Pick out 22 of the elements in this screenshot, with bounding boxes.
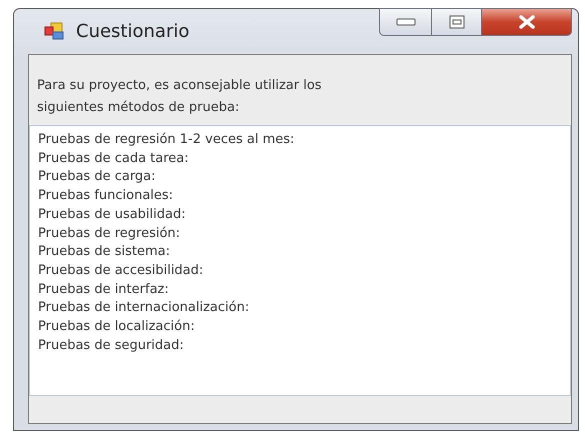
- result-line: Pruebas funcionales:: [38, 187, 174, 206]
- maximize-button[interactable]: [432, 8, 482, 36]
- window-title: Cuestionario: [76, 21, 190, 42]
- result-line: Pruebas de seguridad:: [38, 336, 185, 355]
- result-line: Pruebas de accesibilidad:: [38, 262, 204, 280]
- result-line: Pruebas de sistema:: [38, 243, 171, 262]
- minimize-icon: [396, 18, 416, 26]
- maximize-icon: [448, 15, 464, 29]
- results-textbox[interactable]: [29, 125, 571, 396]
- result-line: Pruebas de localización:: [38, 318, 196, 336]
- result-line: Pruebas de regresión:: [38, 224, 182, 243]
- result-line: Pruebas de internacionalización:: [38, 299, 250, 318]
- result-line: Pruebas de cada tarea:: [38, 150, 190, 168]
- close-icon: [518, 15, 536, 29]
- intro-text: Para su proyecto, es aconsejable utilizar los siguientes métodos de prueba:: [36, 77, 323, 117]
- minimize-button[interactable]: [379, 8, 432, 36]
- result-line: Pruebas de regresión 1-2 veces al mes:: [38, 131, 296, 149]
- close-button[interactable]: [482, 8, 572, 36]
- result-line: Pruebas de carga:: [38, 168, 157, 186]
- app-icon: [44, 22, 64, 40]
- result-line: Pruebas de interfaz:: [38, 280, 170, 299]
- result-line: Pruebas de usabilidad:: [38, 206, 187, 224]
